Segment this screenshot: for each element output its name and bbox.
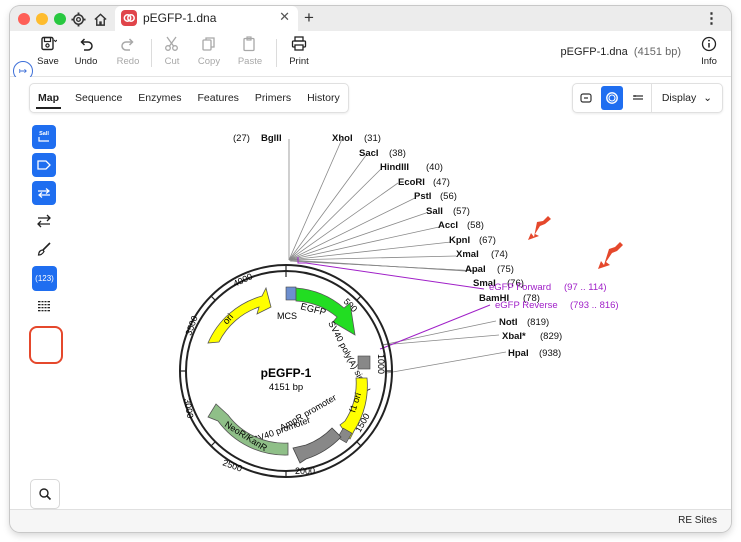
red-arrow-annotations (528, 216, 623, 269)
tick-label-1000: 1000 (376, 354, 386, 374)
save-button[interactable]: Save (35, 35, 61, 71)
paste-label: Paste (237, 56, 263, 67)
site-pos: (829) (540, 331, 562, 342)
site-name[interactable]: AccI (438, 220, 458, 231)
site-pos: (67) (479, 235, 496, 246)
site-pos: (57) (453, 206, 470, 217)
more-options-icon[interactable]: ⋮ (704, 9, 719, 27)
red-arrow-icon (528, 216, 551, 240)
site-name[interactable]: XbaI* (502, 331, 526, 342)
site-pos: (38) (389, 148, 406, 159)
feature-sv40-polya[interactable] (357, 355, 371, 370)
info-icon (701, 36, 717, 52)
plasmid-map: 500 1000 1500 2000 2500 3000 3500 4000 o… (179, 133, 623, 478)
paste-icon (243, 36, 255, 52)
redo-label: Redo (116, 56, 140, 67)
site-name[interactable]: EcoRI (398, 177, 425, 188)
redo-icon (121, 38, 134, 51)
primer-name[interactable]: eGFP Forward (489, 282, 551, 293)
title-bar: pEGFP-1.dna ✕ + ⋮ (10, 6, 731, 31)
toolbar: ↦ Save Undo Redo Cut Copy Paste Print pE… (10, 31, 731, 81)
enzyme-labels: (27) BglII XhoI (31) SacI (38) HindIII (… (233, 133, 562, 359)
info-button[interactable]: Info (697, 35, 721, 71)
doc-size-text: (4151 bp) (633, 46, 681, 58)
status-text: RE Sites (678, 515, 717, 526)
site-name[interactable]: ApaI (465, 264, 486, 275)
site-name[interactable]: NotI (499, 317, 517, 328)
site-pos: (74) (491, 249, 508, 260)
plasmid-name: pEGFP-1 (261, 366, 312, 380)
primer-range: (793 .. 816) (570, 300, 619, 311)
status-bar: RE Sites (10, 509, 731, 532)
tab-title: pEGFP-1.dna (143, 11, 217, 25)
close-window-button[interactable] (18, 13, 30, 25)
new-tab-icon[interactable]: + (304, 8, 314, 28)
print-button[interactable]: Print (286, 35, 312, 71)
toolbar-divider (276, 39, 277, 67)
cut-button[interactable]: Cut (159, 35, 185, 71)
undo-icon (80, 38, 93, 51)
undo-button[interactable]: Undo (73, 35, 99, 71)
site-pos: (47) (433, 177, 450, 188)
site-pos: (27) (233, 133, 250, 144)
red-arrow-icon (598, 242, 623, 269)
print-label: Print (289, 56, 309, 67)
document-name: pEGFP-1.dna (4151 bp) (561, 46, 681, 58)
save-label: Save (37, 56, 59, 67)
app-window: pEGFP-1.dna ✕ + ⋮ ↦ Save Undo Redo Cut C… (10, 6, 731, 532)
site-name[interactable]: SacI (359, 148, 379, 159)
copy-label: Copy (197, 56, 221, 67)
zoom-window-button[interactable] (54, 13, 66, 25)
circular-map: 500 1000 1500 2000 2500 3000 3500 4000 o… (179, 264, 393, 478)
primer-range: (97 .. 114) (564, 282, 607, 293)
cut-icon (165, 36, 178, 51)
site-pos: (40) (426, 162, 443, 173)
copy-button[interactable]: Copy (196, 35, 222, 71)
redo-button[interactable]: Redo (115, 35, 141, 71)
copy-icon (202, 37, 215, 51)
site-name[interactable]: BglII (261, 133, 282, 144)
tick-label-4000: 4000 (232, 271, 254, 289)
minimize-window-button[interactable] (36, 13, 48, 25)
site-name[interactable]: XmaI (456, 249, 479, 260)
tick-label-2000: 2000 (295, 466, 315, 476)
paste-button[interactable]: Paste (237, 35, 263, 71)
save-icon (41, 36, 57, 51)
site-name[interactable]: SalI (426, 206, 443, 217)
site-name[interactable]: HindIII (380, 162, 409, 173)
document-tab[interactable]: pEGFP-1.dna ✕ (115, 6, 298, 31)
plasmid-size: 4151 bp (269, 382, 303, 393)
feature-mcs[interactable] (285, 286, 297, 301)
doc-name-text: pEGFP-1.dna (560, 46, 628, 58)
site-pos: (819) (527, 317, 549, 328)
feature-label-mcs: MCS (277, 311, 297, 321)
site-pos: (75) (497, 264, 514, 275)
site-pos: (58) (467, 220, 484, 231)
info-label: Info (701, 56, 717, 67)
site-pos: (56) (440, 191, 457, 202)
primer-name[interactable]: eGFP Reverse (495, 300, 558, 311)
site-name[interactable]: XhoI (332, 133, 353, 144)
site-name[interactable]: KpnI (449, 235, 470, 246)
undo-label: Undo (74, 56, 98, 67)
home-icon[interactable] (90, 9, 110, 29)
site-pos: (938) (539, 348, 561, 359)
tick-label-3000: 3000 (182, 398, 195, 419)
map-view: Map Sequence Enzymes Features Primers Hi… (10, 77, 731, 509)
gear-icon[interactable] (68, 9, 88, 29)
feature-ori[interactable] (207, 286, 272, 344)
printer-icon (291, 36, 307, 51)
site-pos: (31) (364, 133, 381, 144)
toolbar-divider (151, 39, 152, 67)
close-tab-icon[interactable]: ✕ (279, 9, 290, 25)
site-name[interactable]: HpaI (508, 348, 529, 359)
app-logo-icon (121, 10, 137, 26)
site-name[interactable]: PstI (414, 191, 431, 202)
cut-label: Cut (164, 56, 180, 67)
